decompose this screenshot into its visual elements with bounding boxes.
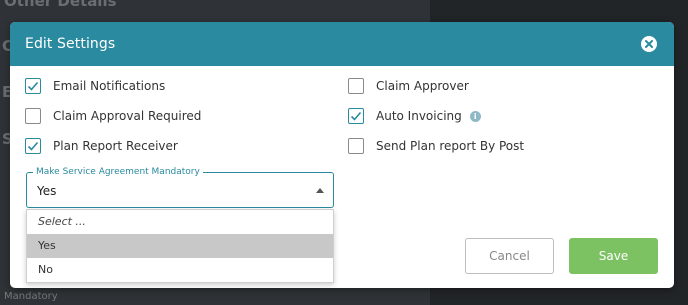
modal-header: Edit Settings	[10, 22, 674, 66]
background-section-title: Other Details	[4, 0, 117, 10]
service-agreement-value: Yes	[37, 184, 57, 198]
service-agreement-select[interactable]: Make Service Agreement Mandatory Yes	[26, 166, 334, 208]
option-email-notifications[interactable]: Email Notifications	[25, 78, 165, 94]
claim-approver-label: Claim Approver	[376, 79, 469, 93]
dropdown-option-select[interactable]: Select ...	[27, 210, 333, 234]
close-icon[interactable]	[641, 36, 657, 52]
email-notifications-label: Email Notifications	[53, 79, 166, 93]
dropdown-option-yes[interactable]: Yes	[27, 234, 333, 258]
auto-invoicing-checkbox[interactable]	[348, 108, 364, 124]
caret-up-icon	[316, 188, 324, 193]
send-plan-report-by-post-checkbox[interactable]	[348, 138, 364, 154]
dropdown-option-no[interactable]: No	[27, 258, 333, 282]
cancel-button[interactable]: Cancel	[465, 238, 554, 274]
modal-title: Edit Settings	[25, 36, 116, 52]
send-plan-report-by-post-label: Send Plan report By Post	[376, 139, 525, 153]
claim-approval-required-checkbox[interactable]	[25, 108, 41, 124]
plan-report-receiver-checkbox[interactable]	[25, 138, 41, 154]
claim-approval-required-label: Claim Approval Required	[53, 109, 202, 123]
plan-report-receiver-label: Plan Report Receiver	[53, 139, 178, 153]
service-agreement-label: Make Service Agreement Mandatory	[33, 166, 203, 178]
option-claim-approval-required[interactable]: Claim Approval Required	[25, 108, 201, 124]
claim-approver-checkbox[interactable]	[348, 78, 364, 94]
edit-settings-modal: Edit Settings Email Notifications Claim …	[10, 22, 674, 288]
info-icon[interactable]: i	[469, 110, 481, 122]
email-notifications-checkbox[interactable]	[25, 78, 41, 94]
service-agreement-dropdown: Select ... Yes No	[26, 209, 334, 283]
option-claim-approver[interactable]: Claim Approver	[348, 78, 469, 94]
auto-invoicing-label: Auto Invoicing	[376, 109, 462, 123]
save-button[interactable]: Save	[569, 238, 658, 274]
option-plan-report-receiver[interactable]: Plan Report Receiver	[25, 138, 178, 154]
option-send-plan-report-by-post[interactable]: Send Plan report By Post	[348, 138, 524, 154]
option-auto-invoicing[interactable]: Auto Invoicing i	[348, 108, 481, 124]
background-mandatory-label: Mandatory	[4, 291, 58, 302]
